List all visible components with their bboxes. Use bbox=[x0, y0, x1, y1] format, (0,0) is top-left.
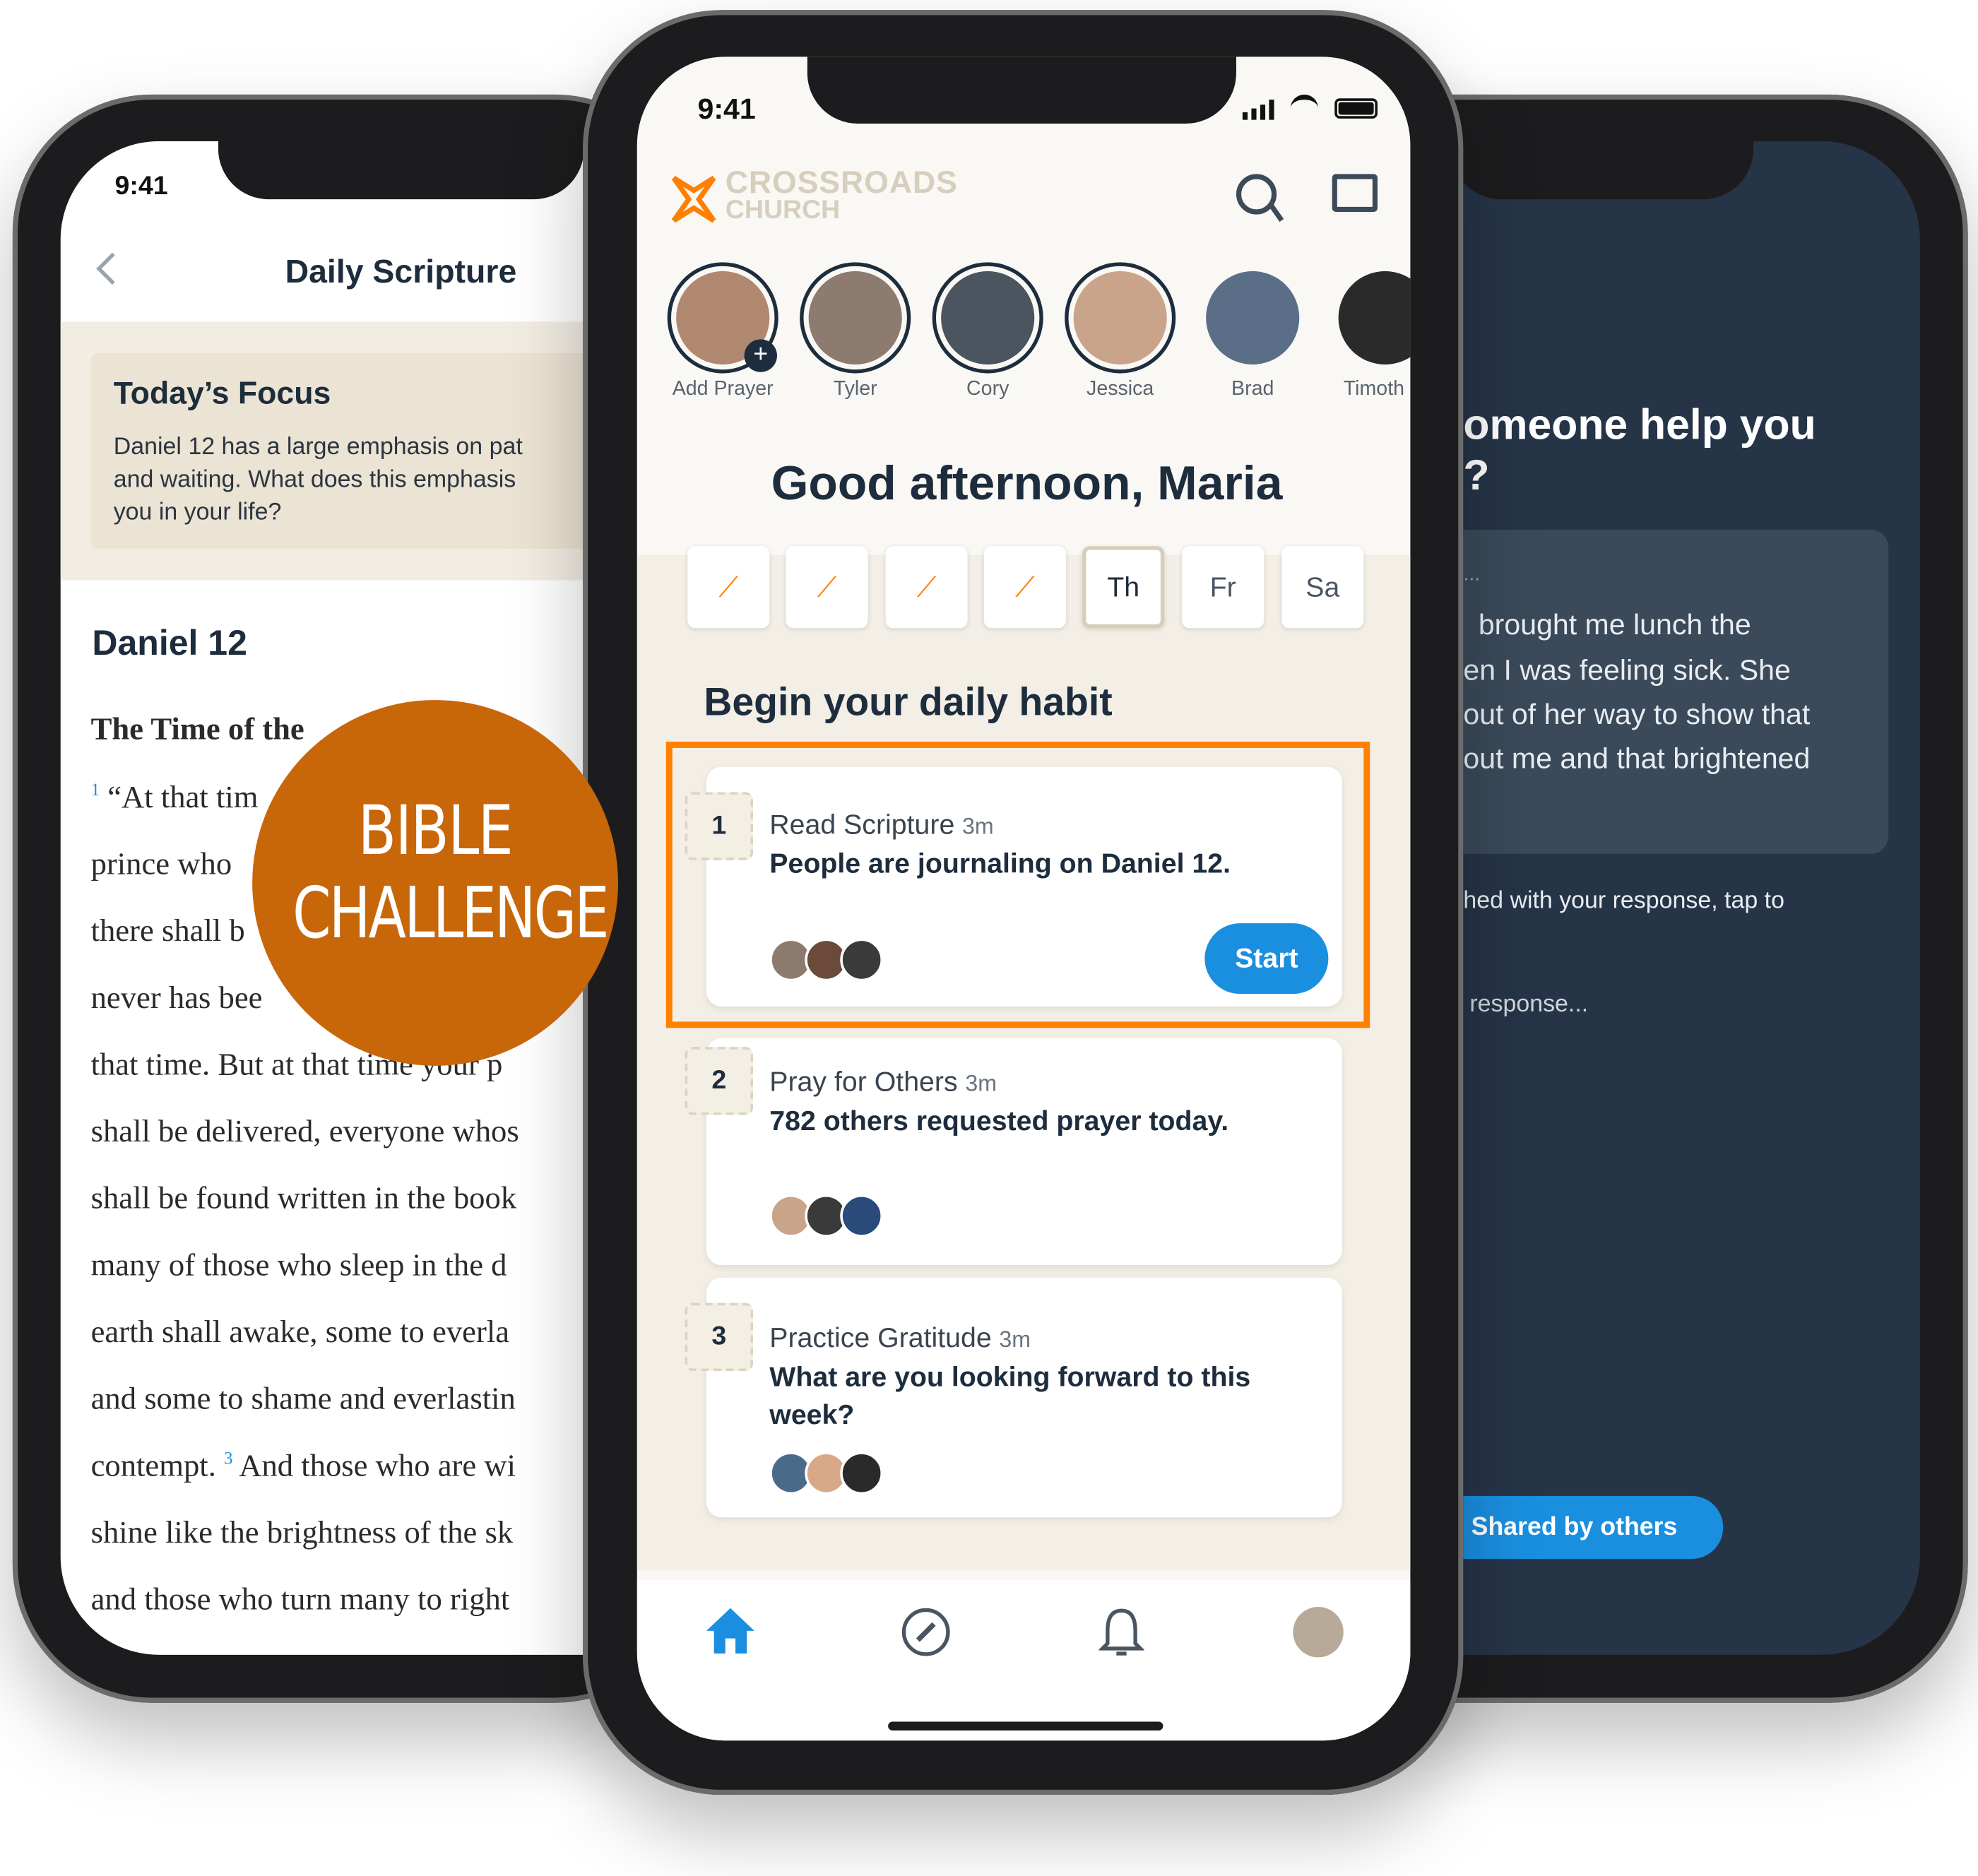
habit-subtitle: What are you looking forward to this wee… bbox=[769, 1360, 1251, 1430]
battery-icon bbox=[1334, 98, 1378, 119]
day-done[interactable]: ⟋ bbox=[885, 546, 968, 629]
day-done[interactable]: ⟋ bbox=[786, 546, 868, 629]
verse-line: many of those who sleep in the d bbox=[90, 1248, 507, 1283]
page-title: Daily Scripture bbox=[285, 252, 517, 290]
habit-title: Practice Gratitude 3m bbox=[769, 1322, 1031, 1354]
habit-card[interactable]: Practice Gratitude 3m What are you lookin… bbox=[706, 1277, 1342, 1518]
status-time: 9:41 bbox=[114, 171, 168, 201]
add-prayer-plus-icon[interactable]: + bbox=[744, 339, 777, 372]
participant-avatars bbox=[769, 1194, 883, 1237]
avatar bbox=[1338, 271, 1411, 365]
verse-text: And those who are wi bbox=[239, 1449, 516, 1483]
chat-icon[interactable] bbox=[1332, 174, 1378, 212]
question-text: omeone help you bbox=[1463, 400, 1816, 449]
story-name: Cory bbox=[966, 378, 1009, 400]
logo-line1: CROSSROADS bbox=[725, 165, 958, 201]
verse-line: shine like the brightness of the sk bbox=[90, 1516, 514, 1550]
story-name: Tyler bbox=[833, 378, 877, 400]
response-line: ... bbox=[1463, 564, 1481, 586]
section-heading: The Time of the bbox=[90, 712, 304, 747]
question-text: ? bbox=[1463, 451, 1490, 500]
verse-text: contempt. bbox=[90, 1449, 216, 1483]
hint-text: hed with your response, tap to bbox=[1463, 888, 1784, 915]
verse-line: never has bee bbox=[90, 981, 263, 1016]
logo-line2: CHURCH bbox=[725, 195, 841, 225]
home-icon[interactable] bbox=[704, 1605, 757, 1656]
habit-title-text: Practice Gratitude bbox=[769, 1322, 992, 1354]
habit-number: 3 bbox=[685, 1302, 754, 1372]
story-name: Timoth bbox=[1343, 378, 1405, 400]
focus-text: you in your life? bbox=[113, 499, 282, 526]
verse-number: 3 bbox=[224, 1449, 233, 1469]
badge-line2: CHALLENGE bbox=[292, 872, 609, 955]
day[interactable]: Sa bbox=[1281, 546, 1364, 629]
avatar bbox=[808, 271, 902, 365]
story-name: Brad bbox=[1231, 378, 1274, 400]
signal-icon bbox=[1242, 100, 1274, 120]
story-name: Add Prayer bbox=[672, 378, 774, 400]
profile-avatar[interactable] bbox=[1293, 1606, 1344, 1658]
verse-line: prince who bbox=[90, 847, 232, 882]
day-current[interactable]: Th bbox=[1082, 546, 1165, 629]
focus-text: and waiting. What does this emphasis bbox=[113, 466, 516, 494]
habit-title: Pray for Others 3m bbox=[769, 1066, 997, 1098]
day[interactable]: Fr bbox=[1182, 546, 1265, 629]
center-phone: 9:41 CROSSROADS CHURCH + Add Prayer Tyle… bbox=[582, 10, 1464, 1795]
wifi-icon bbox=[1290, 94, 1319, 122]
tab-bar bbox=[636, 1580, 1411, 1741]
back-chevron-icon[interactable] bbox=[96, 252, 129, 285]
response-line: en I was feeling sick. She bbox=[1463, 653, 1791, 687]
highlight-box bbox=[665, 741, 1370, 1028]
habit-card[interactable]: Pray for Others 3m 782 others requested p… bbox=[706, 1038, 1342, 1266]
story-avatar[interactable] bbox=[1197, 262, 1308, 373]
avatar bbox=[1206, 271, 1300, 365]
focus-text: Daniel 12 has a large emphasis on pat bbox=[113, 434, 523, 461]
focus-heading: Today’s Focus bbox=[113, 376, 331, 412]
shared-by-others-button[interactable]: Shared by others bbox=[1425, 1495, 1724, 1560]
habit-duration: 3m bbox=[965, 1071, 997, 1096]
day-done[interactable]: ⟋ bbox=[983, 546, 1066, 629]
habit-number: 2 bbox=[685, 1047, 754, 1115]
response-card bbox=[1425, 529, 1889, 854]
habit-duration: 3m bbox=[999, 1326, 1031, 1353]
participant-avatars bbox=[769, 1451, 883, 1495]
crossroads-logo-icon bbox=[671, 175, 716, 223]
story-name: Jessica bbox=[1086, 378, 1154, 400]
avatar bbox=[1073, 271, 1167, 365]
verse-text: “At that tim bbox=[107, 780, 259, 815]
habit-title-text: Pray for Others bbox=[769, 1065, 958, 1098]
habit-subtitle: 782 others requested prayer today. bbox=[769, 1105, 1229, 1136]
day-done[interactable]: ⟋ bbox=[687, 546, 770, 629]
verse-line: and some to shame and everlastin bbox=[90, 1382, 516, 1417]
chapter-title: Daniel 12 bbox=[92, 623, 247, 663]
story-avatar[interactable] bbox=[932, 262, 1043, 374]
story-avatar[interactable] bbox=[800, 262, 911, 374]
bible-challenge-badge: BIBLE CHALLENGE bbox=[252, 700, 618, 1066]
search-icon-handle bbox=[1269, 204, 1284, 222]
response-line: out me and that brightened bbox=[1463, 741, 1811, 775]
verse-line: 1 “At that tim bbox=[91, 780, 259, 816]
bell-icon[interactable] bbox=[1098, 1605, 1144, 1658]
verse-line: shall be delivered, everyone whos bbox=[90, 1115, 519, 1149]
habit-heading: Begin your daily habit bbox=[704, 679, 1113, 724]
verse-line: contempt. 3 And those who are wi bbox=[91, 1449, 516, 1485]
greeting: Good afternoon, Maria bbox=[771, 458, 1283, 511]
home-indicator bbox=[888, 1721, 1163, 1730]
avatar bbox=[941, 271, 1035, 365]
response-input[interactable]: response... bbox=[1469, 992, 1588, 1019]
response-line: brought me lunch the bbox=[1478, 607, 1751, 641]
story-avatar[interactable] bbox=[1329, 262, 1411, 373]
logo-text: CROSSROADS CHURCH bbox=[725, 165, 958, 225]
verse-line: and those who turn many to right bbox=[90, 1583, 510, 1617]
badge-line1: BIBLE bbox=[357, 790, 514, 871]
story-avatar[interactable] bbox=[1065, 262, 1176, 374]
verse-number: 1 bbox=[90, 781, 100, 801]
verse-line: earth shall awake, some to everla bbox=[90, 1315, 510, 1350]
verse-line: shall be found written in the book bbox=[90, 1182, 517, 1216]
verse-line: there shall b bbox=[90, 914, 245, 949]
status-time: 9:41 bbox=[697, 92, 756, 125]
response-line: out of her way to show that bbox=[1463, 697, 1811, 730]
